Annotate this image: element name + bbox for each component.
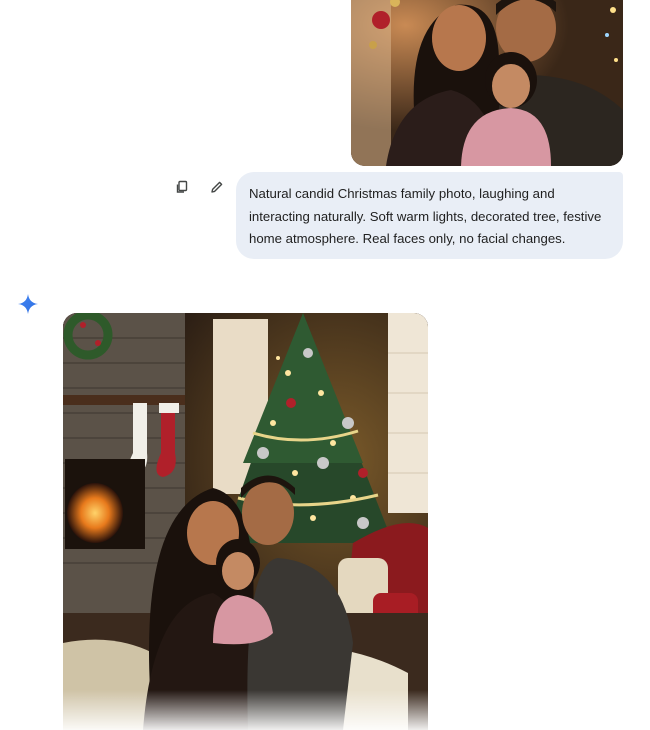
gemini-spark-icon	[16, 292, 40, 316]
user-prompt-bubble: Natural candid Christmas family photo, l…	[236, 172, 623, 259]
copy-prompt-button[interactable]	[170, 175, 194, 199]
family-photo-image	[351, 0, 623, 166]
user-uploaded-photo[interactable]	[351, 0, 623, 166]
copy-icon	[176, 180, 188, 193]
pencil-icon	[211, 181, 223, 193]
generated-image[interactable]	[63, 313, 428, 730]
prompt-text-line-1: Natural candid Christmas family photo, l…	[249, 186, 555, 201]
prompt-text-line-2: interacting naturally. Soft warm lights,…	[249, 208, 602, 224]
generated-christmas-photo-image	[63, 313, 428, 730]
prompt-text-line-3: home atmosphere. Real faces only, no fac…	[249, 231, 566, 246]
edit-prompt-button[interactable]	[205, 175, 229, 199]
